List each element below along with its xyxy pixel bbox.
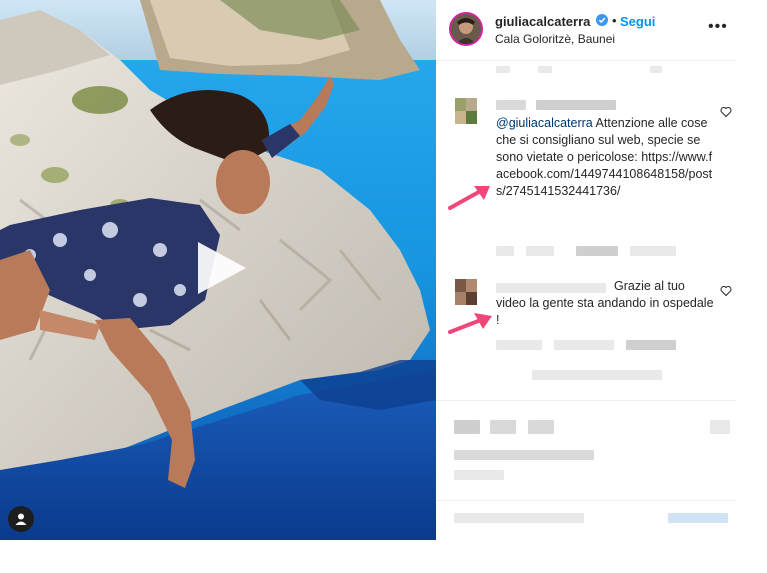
more-options-button[interactable]: ••• — [708, 18, 728, 36]
comment-text: Grazie al tuo video la gente sta andando… — [496, 278, 718, 329]
tagged-users-button[interactable] — [8, 506, 34, 532]
annotation-arrow-icon — [448, 313, 492, 334]
redacted-username — [536, 100, 616, 110]
redacted-meta — [526, 246, 554, 256]
redacted-text — [538, 66, 552, 73]
post-header: giuliacalcaterra • Segui Cala Goloritzè,… — [436, 0, 736, 61]
user-icon — [15, 513, 27, 525]
follow-button[interactable]: Segui — [620, 14, 655, 29]
commenter-avatar-image — [455, 98, 477, 124]
redacted-meta — [630, 246, 676, 256]
redacted-action — [710, 420, 730, 434]
redacted-action — [528, 420, 554, 434]
redacted-meta — [496, 246, 514, 256]
redacted-action — [490, 420, 516, 434]
post-side-panel: giuliacalcaterra • Segui Cala Goloritzè,… — [436, 0, 736, 540]
redacted-meta — [496, 340, 542, 350]
redacted-comment-input — [454, 513, 584, 523]
redacted-meta — [576, 246, 618, 256]
redacted-meta — [554, 340, 614, 350]
redacted-likes — [454, 450, 594, 460]
heart-outline-icon[interactable] — [720, 106, 732, 118]
redacted-post-button — [668, 513, 728, 523]
comment-body: Grazie al tuo video la gente sta andando… — [496, 279, 714, 327]
divider — [436, 400, 736, 401]
redacted-action — [454, 420, 480, 434]
header-separator: • — [612, 13, 617, 28]
commenter-avatar-image — [455, 279, 477, 305]
author-username[interactable]: giuliacalcaterra — [495, 14, 590, 29]
play-icon — [198, 242, 246, 294]
author-avatar[interactable] — [449, 12, 483, 46]
verified-badge-icon — [596, 14, 608, 26]
commenter-avatar[interactable] — [455, 98, 477, 124]
comment-mention[interactable]: @giuliacalcaterra — [496, 116, 593, 130]
divider — [436, 500, 736, 501]
redacted-username — [496, 100, 526, 110]
commenter-avatar[interactable] — [455, 279, 477, 305]
post-location[interactable]: Cala Goloritzè, Baunei — [495, 32, 615, 46]
redacted-meta — [626, 340, 676, 350]
avatar-image — [451, 14, 481, 44]
redacted-meta — [532, 370, 662, 380]
redacted-text — [650, 66, 662, 73]
redacted-text — [496, 66, 510, 73]
comment-text: @giuliacalcaterra Attenzione alle cose c… — [496, 115, 718, 200]
heart-outline-icon[interactable] — [720, 285, 732, 297]
post-media[interactable] — [0, 0, 436, 540]
play-button[interactable] — [188, 236, 252, 300]
redacted-likes — [454, 470, 504, 480]
annotation-arrow-icon — [448, 186, 490, 210]
